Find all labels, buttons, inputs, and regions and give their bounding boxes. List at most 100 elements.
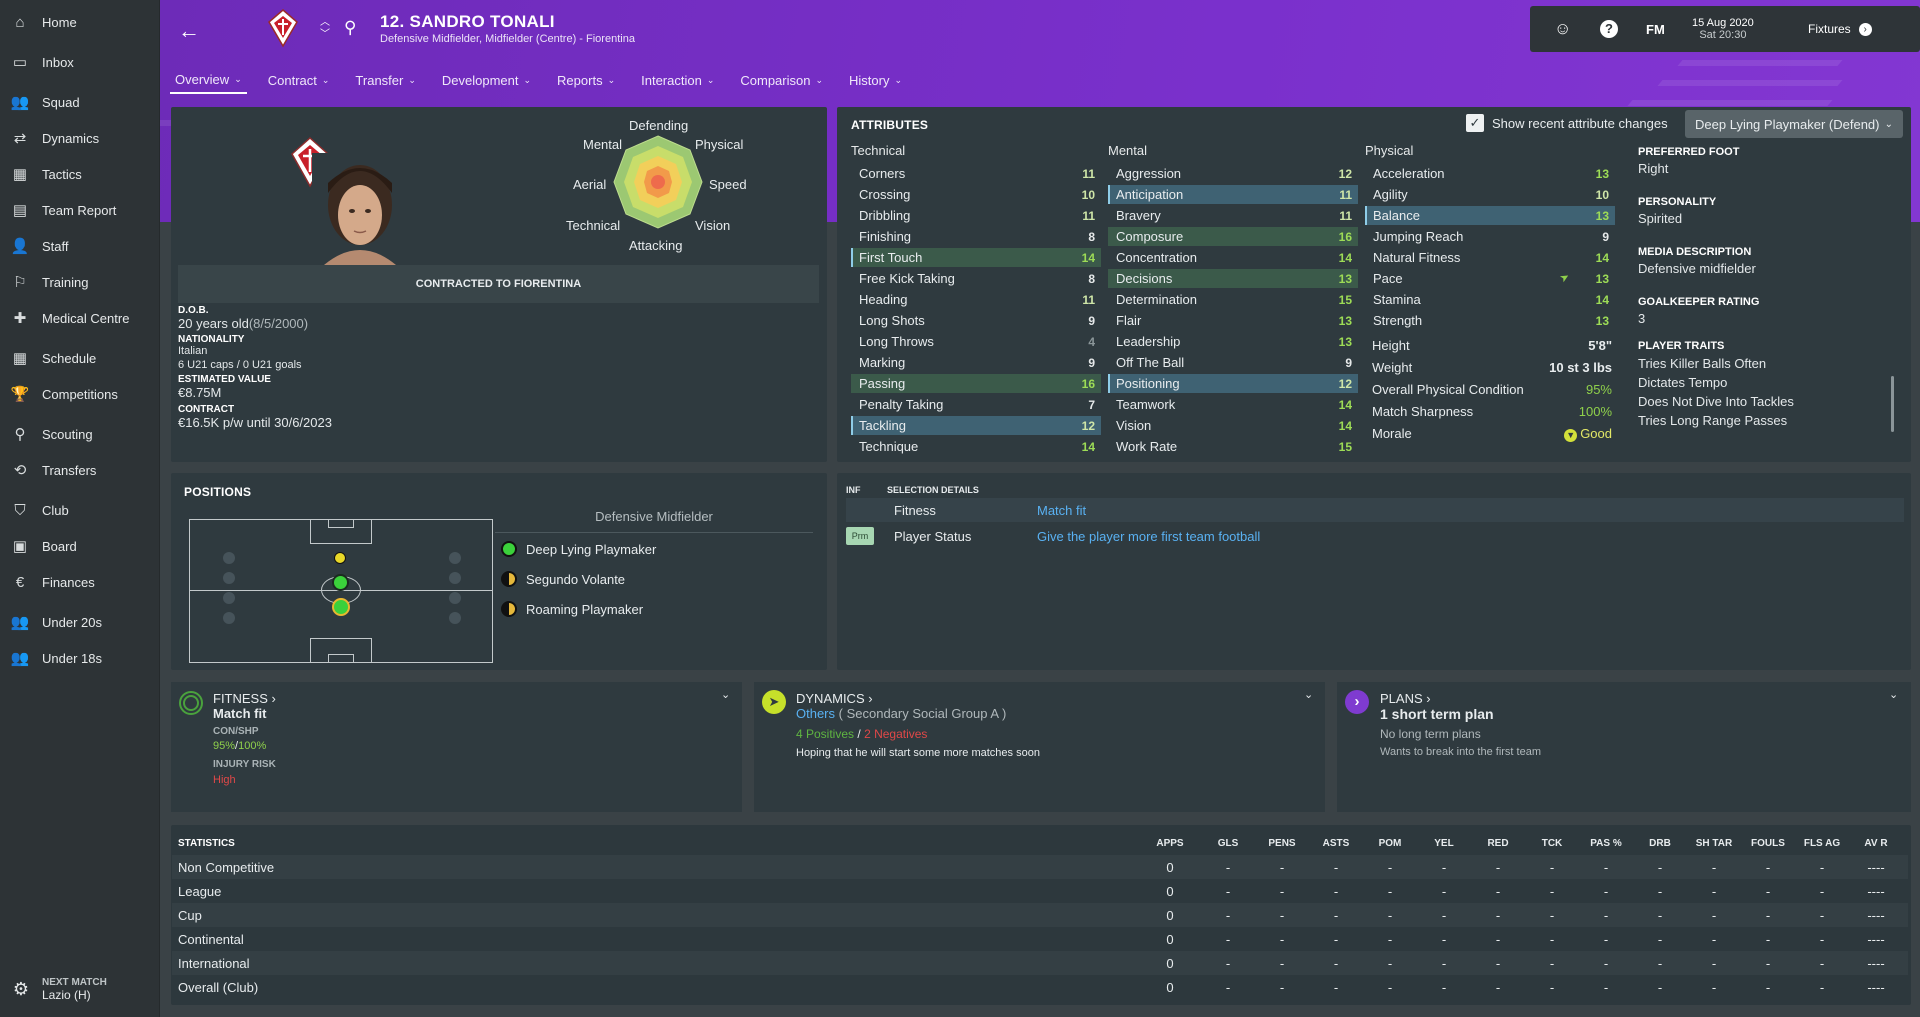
sidebar-item-dynamics[interactable]: ⇄ Dynamics [0, 124, 160, 152]
plans-card-title[interactable]: PLANS › [1380, 691, 1431, 706]
attribute-passing[interactable]: Passing 16 [851, 374, 1101, 393]
tab-overview[interactable]: Overview ⌄ [170, 66, 247, 94]
show-recent-changes-toggle[interactable]: ✓ Show recent attribute changes [1466, 114, 1668, 132]
tab-interaction[interactable]: Interaction ⌄ [636, 66, 719, 94]
attribute-vision[interactable]: Vision 14 [1108, 416, 1358, 435]
tab-history[interactable]: History ⌄ [844, 66, 907, 94]
stat-col-fouls[interactable]: FOULS [1738, 838, 1798, 849]
stat-col-pom[interactable]: POM [1360, 838, 1420, 849]
attribute-jumping-reach[interactable]: Jumping Reach 9 [1365, 227, 1615, 246]
sidebar-item-under-18s[interactable]: 👥 Under 18s [0, 644, 160, 672]
checkbox-checked-icon[interactable]: ✓ [1466, 114, 1484, 132]
social-group-link[interactable]: Others [796, 706, 835, 721]
attribute-crossing[interactable]: Crossing 10 [851, 185, 1101, 204]
sidebar-item-training[interactable]: ⚐ Training [0, 268, 160, 296]
tab-comparison[interactable]: Comparison ⌄ [735, 66, 828, 94]
tab-reports[interactable]: Reports ⌄ [552, 66, 620, 94]
social-icon[interactable]: ☺ [1554, 6, 1571, 52]
attribute-long-throws[interactable]: Long Throws 4 [851, 332, 1101, 351]
stat-col-pas-[interactable]: PAS % [1576, 838, 1636, 849]
attribute-marking[interactable]: Marking 9 [851, 353, 1101, 372]
attribute-leadership[interactable]: Leadership 13 [1108, 332, 1358, 351]
tab-development[interactable]: Development ⌄ [437, 66, 536, 94]
sidebar-item-board[interactable]: ▣ Board [0, 532, 160, 560]
stat-col-red[interactable]: RED [1468, 838, 1528, 849]
player-nav-arrows[interactable]: ︿ ﹀ [320, 17, 330, 41]
dynamics-card-title[interactable]: DYNAMICS › [796, 691, 873, 706]
date-display[interactable]: 15 Aug 2020 Sat 20:30 [1692, 6, 1754, 52]
attribute-first-touch[interactable]: First Touch 14 [851, 248, 1101, 267]
selection-value-link[interactable]: Match fit [1037, 503, 1086, 518]
attribute-natural-fitness[interactable]: Natural Fitness 14 [1365, 248, 1615, 267]
next-match[interactable]: ⚙ NEXT MATCH Lazio (H) [0, 969, 160, 1009]
sidebar-item-under-20s[interactable]: 👥 Under 20s [0, 608, 160, 636]
attribute-anticipation[interactable]: Anticipation 11 [1108, 185, 1358, 204]
stat-col-gls[interactable]: GLS [1198, 838, 1258, 849]
attribute-off-the-ball[interactable]: Off The Ball 9 [1108, 353, 1358, 372]
nationality-value[interactable]: Italian [178, 345, 658, 357]
stat-col-tck[interactable]: TCK [1522, 838, 1582, 849]
stat-col-fls-ag[interactable]: FLS AG [1792, 838, 1852, 849]
sidebar-item-competitions[interactable]: 🏆 Competitions [0, 380, 160, 408]
sidebar-item-schedule[interactable]: ▦ Schedule [0, 344, 160, 372]
sidebar-item-medical-centre[interactable]: ✚ Medical Centre [0, 304, 160, 332]
attribute-flair[interactable]: Flair 13 [1108, 311, 1358, 330]
attribute-composure[interactable]: Composure 16 [1108, 227, 1358, 246]
selection-value-link[interactable]: Give the player more first team football [1037, 529, 1260, 544]
stat-col-pens[interactable]: PENS [1252, 838, 1312, 849]
role-item-deep-lying-playmaker[interactable]: Deep Lying Playmaker [501, 541, 656, 557]
stat-col-av-r[interactable]: AV R [1846, 838, 1906, 849]
sidebar-item-squad[interactable]: 👥 Squad [0, 88, 160, 116]
attribute-pace[interactable]: Pace 13 [1365, 269, 1615, 288]
attribute-free-kick-taking[interactable]: Free Kick Taking 8 [851, 269, 1101, 288]
sidebar-item-club[interactable]: ⛉ Club [0, 496, 160, 524]
sidebar-item-staff[interactable]: 👤 Staff [0, 232, 160, 260]
fitness-card-title[interactable]: FITNESS › [213, 691, 276, 706]
stat-row-non-competitive[interactable]: Non Competitive 0- - - - - - - - - - - - ---- [172, 855, 1908, 879]
attribute-strength[interactable]: Strength 13 [1365, 311, 1615, 330]
attribute-stamina[interactable]: Stamina 14 [1365, 290, 1615, 309]
back-arrow-icon[interactable]: ← [178, 18, 200, 44]
attribute-dribbling[interactable]: Dribbling 11 [851, 206, 1101, 225]
attribute-corners[interactable]: Corners 11 [851, 164, 1101, 183]
attribute-balance[interactable]: Balance 13 [1365, 206, 1615, 225]
attribute-penalty-taking[interactable]: Penalty Taking 7 [851, 395, 1101, 414]
attribute-tackling[interactable]: Tackling 12 [851, 416, 1101, 435]
attribute-heading[interactable]: Heading 11 [851, 290, 1101, 309]
role-item-segundo-volante[interactable]: Segundo Volante [501, 571, 625, 587]
sidebar-item-inbox[interactable]: ▭ Inbox [0, 48, 160, 76]
attribute-aggression[interactable]: Aggression 12 [1108, 164, 1358, 183]
attribute-decisions[interactable]: Decisions 13 [1108, 269, 1358, 288]
attribute-work-rate[interactable]: Work Rate 15 [1108, 437, 1358, 456]
chevron-down-icon[interactable]: ⌄ [1889, 688, 1898, 701]
fm-menu-button[interactable]: FM [1646, 6, 1665, 52]
attribute-long-shots[interactable]: Long Shots 9 [851, 311, 1101, 330]
stat-col-yel[interactable]: YEL [1414, 838, 1474, 849]
morale-row[interactable]: Morale ▼ Good [1372, 426, 1612, 442]
sidebar-item-finances[interactable]: € Finances [0, 568, 160, 596]
attribute-determination[interactable]: Determination 15 [1108, 290, 1358, 309]
help-icon[interactable]: ? [1600, 6, 1618, 52]
sidebar-item-team-report[interactable]: ▤ Team Report [0, 196, 160, 224]
stat-row-continental[interactable]: Continental 0- - - - - - - - - - - - ---- [172, 927, 1908, 951]
attribute-teamwork[interactable]: Teamwork 14 [1108, 395, 1358, 414]
chevron-down-icon[interactable]: ⌄ [1304, 688, 1313, 701]
attribute-finishing[interactable]: Finishing 8 [851, 227, 1101, 246]
stat-row-overall-club-[interactable]: Overall (Club) 0- - - - - - - - - - - - ---- [172, 975, 1908, 999]
search-icon[interactable]: ⚲ [344, 18, 356, 38]
position-dot-cm[interactable] [332, 574, 349, 591]
position-dot-dm-selected[interactable] [332, 598, 350, 616]
stat-row-league[interactable]: League 0- - - - - - - - - - - - ---- [172, 879, 1908, 903]
sidebar-item-home[interactable]: ⌂ Home [0, 8, 160, 36]
chevron-down-icon[interactable]: ⌄ [721, 688, 730, 701]
sidebar-item-scouting[interactable]: ⚲ Scouting [0, 420, 160, 448]
stat-row-cup[interactable]: Cup 0- - - - - - - - - - - - ---- [172, 903, 1908, 927]
attribute-acceleration[interactable]: Acceleration 13 [1365, 164, 1615, 183]
attribute-agility[interactable]: Agility 10 [1365, 185, 1615, 204]
sidebar-item-transfers[interactable]: ⟲ Transfers [0, 456, 160, 484]
fixtures-button[interactable]: Fixtures › [1808, 6, 1872, 52]
tab-transfer[interactable]: Transfer ⌄ [350, 66, 420, 94]
stat-col-sh-tar[interactable]: SH TAR [1684, 838, 1744, 849]
stat-col-asts[interactable]: ASTS [1306, 838, 1366, 849]
stat-col-drb[interactable]: DRB [1630, 838, 1690, 849]
